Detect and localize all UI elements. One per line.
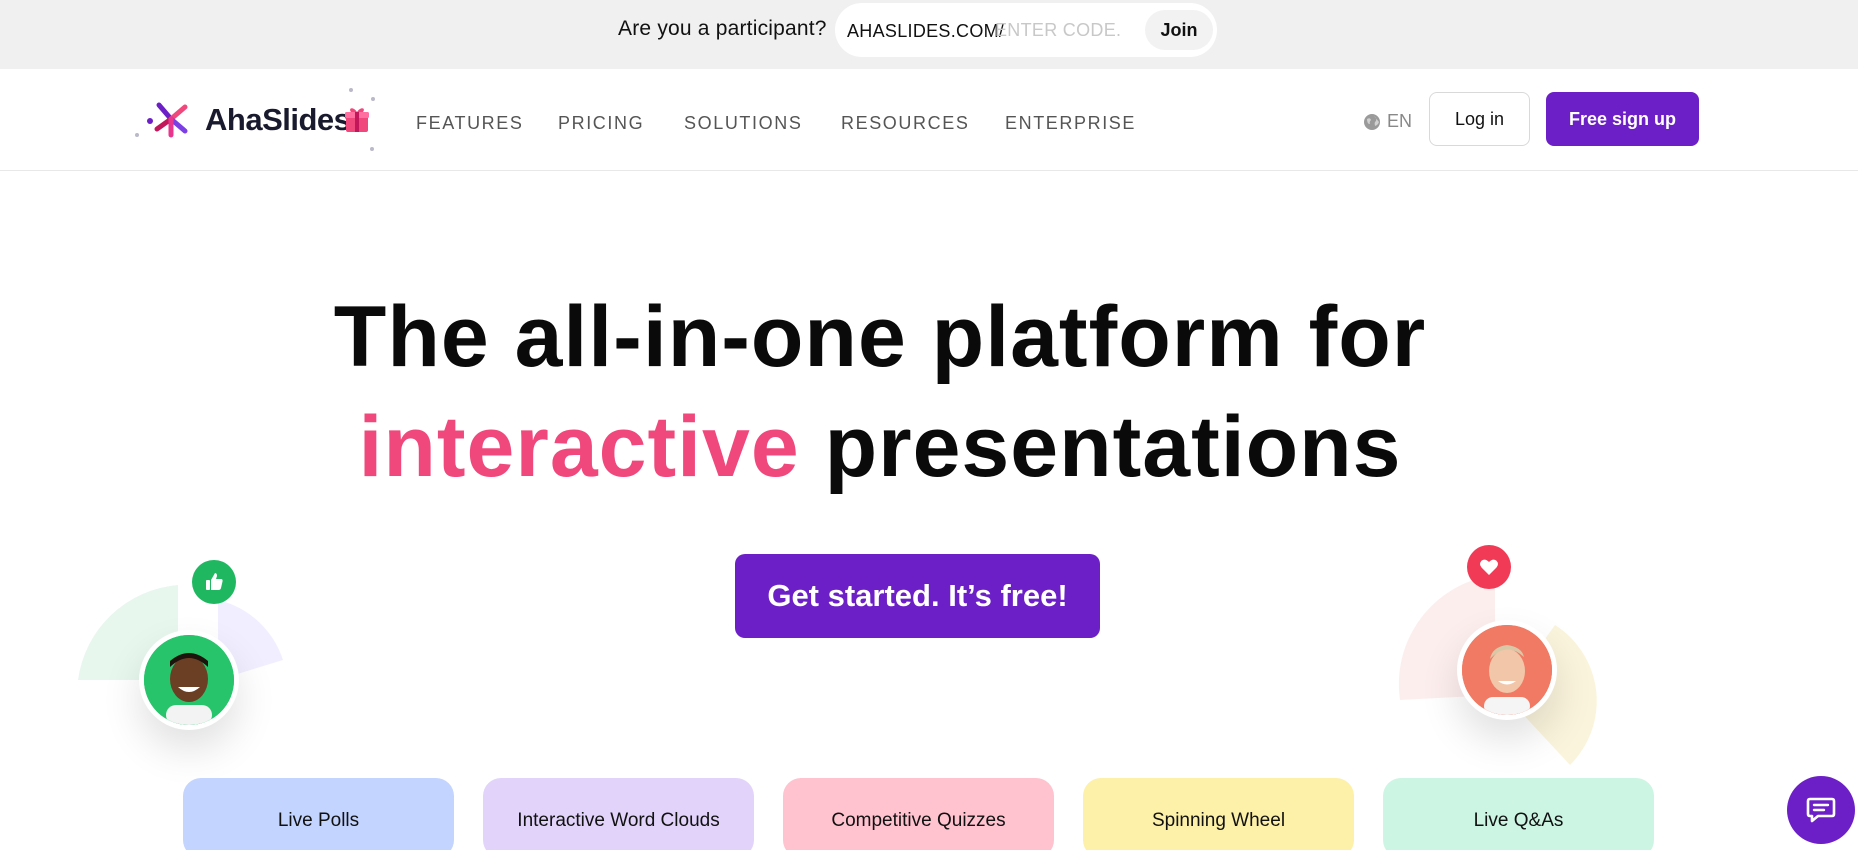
- right-participant-illustration: [1395, 545, 1645, 770]
- brand-name: AhaSlides: [205, 102, 351, 137]
- main-nav: AhaSlides FEATURES PRICING SOLUTIONS RES…: [0, 69, 1858, 171]
- globe-icon: [1364, 113, 1380, 130]
- get-started-button[interactable]: Get started. It’s free!: [735, 554, 1100, 638]
- nav-enterprise[interactable]: ENTERPRISE: [1005, 113, 1136, 134]
- sparkle-dot: [370, 147, 374, 151]
- sparkle-dot: [349, 88, 353, 92]
- chat-icon: [1806, 797, 1836, 823]
- language-selector[interactable]: EN: [1363, 111, 1412, 132]
- language-label: EN: [1387, 111, 1413, 131]
- heart-bubble: [1467, 545, 1511, 589]
- code-input[interactable]: [995, 15, 1135, 45]
- chat-launcher-button[interactable]: [1787, 776, 1855, 844]
- participant-question: Are you a participant?: [618, 17, 827, 40]
- person-illustration: [144, 635, 234, 725]
- card-word-clouds[interactable]: Interactive Word Clouds: [483, 778, 754, 850]
- card-live-qa[interactable]: Live Q&As: [1383, 778, 1654, 850]
- brand-logo[interactable]: AhaSlides: [135, 85, 375, 151]
- sparkle-dot: [371, 97, 375, 101]
- nav-solutions[interactable]: SOLUTIONS: [684, 113, 802, 134]
- login-button[interactable]: Log in: [1429, 92, 1530, 146]
- person-illustration: [1462, 625, 1552, 715]
- join-code-pill: AHASLIDES.COM/ Join: [835, 3, 1217, 57]
- heart-icon: [1480, 559, 1498, 575]
- avatar: [139, 630, 239, 730]
- hero-title-line-2: interactive presentations: [0, 398, 1760, 497]
- thumbs-up-icon: [206, 573, 223, 590]
- join-button[interactable]: Join: [1145, 10, 1213, 50]
- nav-resources[interactable]: RESOURCES: [841, 113, 969, 134]
- code-prefix: AHASLIDES.COM/: [847, 21, 1005, 41]
- card-live-polls[interactable]: Live Polls: [183, 778, 454, 850]
- participant-bar: Are you a participant? AHASLIDES.COM/ Jo…: [0, 0, 1858, 69]
- hero-highlight-word: interactive: [358, 399, 800, 495]
- left-participant-illustration: [78, 550, 298, 750]
- thumbs-up-bubble: [192, 560, 236, 604]
- card-quizzes[interactable]: Competitive Quizzes: [783, 778, 1054, 850]
- card-spinning-wheel[interactable]: Spinning Wheel: [1083, 778, 1354, 850]
- avatar: [1457, 620, 1557, 720]
- hero-title-rest: presentations: [824, 399, 1402, 495]
- nav-pricing[interactable]: PRICING: [558, 113, 644, 134]
- hero-title-line-1: The all-in-one platform for: [333, 289, 1427, 385]
- gift-icon: [345, 108, 369, 132]
- sparkle-dot: [135, 133, 139, 137]
- ahaslides-logo-icon: [147, 102, 188, 138]
- free-signup-button[interactable]: Free sign up: [1546, 92, 1699, 146]
- nav-features[interactable]: FEATURES: [416, 113, 523, 134]
